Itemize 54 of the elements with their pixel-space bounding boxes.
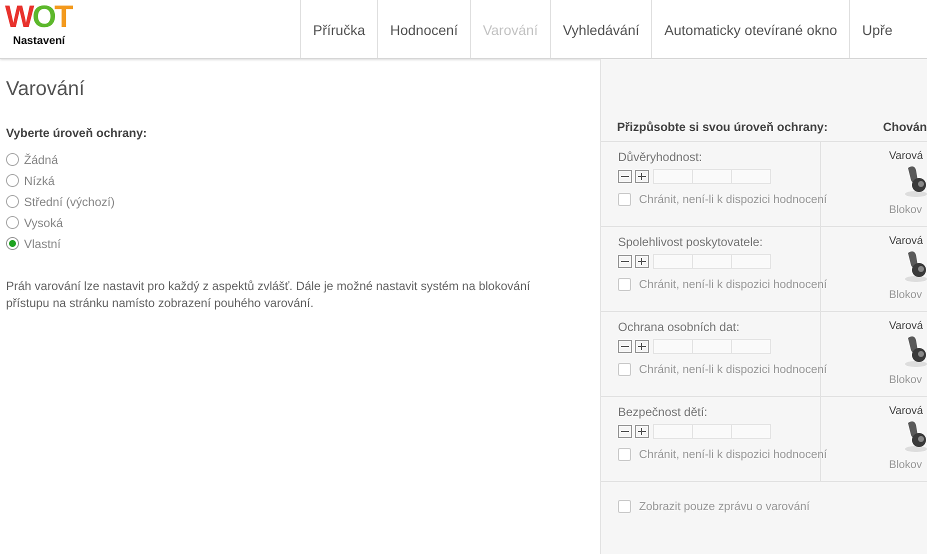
aspect-label: Bezpečnost dětí: <box>618 405 708 419</box>
radio-button[interactable] <box>6 153 19 166</box>
plus-button[interactable] <box>635 170 649 183</box>
radio-label: Vysoká <box>24 216 63 230</box>
checkbox[interactable] <box>618 448 631 461</box>
radio-button[interactable] <box>6 195 19 208</box>
section-heading: Vyberte úroveň ochrany: <box>6 126 148 140</box>
radio-label: Žádná <box>24 152 58 166</box>
plus-button[interactable] <box>635 340 649 353</box>
radio-button[interactable] <box>6 216 19 229</box>
logo-letter: W <box>5 2 32 32</box>
checkbox[interactable] <box>618 278 631 291</box>
nav-tab[interactable]: Hodnocení <box>377 0 470 58</box>
nav-tab[interactable]: Automaticky otevírané okno <box>651 0 850 58</box>
checkbox-label: Zobrazit pouze zprávu o varování <box>639 500 810 512</box>
aspect-label: Ochrana osobních dat: <box>618 320 740 334</box>
toggle-label: Varová <box>889 405 924 417</box>
page-title: Varování <box>6 78 85 101</box>
aspect-label: Důvěryhodnost: <box>618 150 702 164</box>
radio-label: Střední (výchozí) <box>24 194 115 208</box>
toggle-label: Blokov <box>889 459 922 471</box>
checkbox-label: Chránit, není-li k dispozici hodnocení <box>639 364 827 376</box>
logo-letter: T <box>54 2 72 32</box>
radio-button[interactable] <box>6 174 19 187</box>
toggle-label: Varová <box>889 235 924 247</box>
toggle-label: Blokov <box>889 289 922 301</box>
minus-button[interactable] <box>618 425 632 438</box>
checkbox-label: Chránit, není-li k dispozici hodnocení <box>639 278 827 290</box>
nav-tab[interactable]: Příručka <box>300 0 378 58</box>
radio-label: Nízká <box>24 174 55 188</box>
description-text: Práh varování lze nastavit pro každý z aspektů zvlášť. Dále je možné nastavit systém na blokování přístupu na stránku namísto zobrazení pouhého varování. <box>6 278 532 312</box>
radio-button[interactable] <box>6 237 19 250</box>
checkbox-label: Chránit, není-li k dispozici hodnocení <box>639 448 827 460</box>
nav-tab[interactable]: Upře <box>849 0 905 58</box>
logo-caption: Nastavení <box>13 35 65 47</box>
toggle-label: Varová <box>889 150 924 162</box>
plus-button[interactable] <box>635 255 649 268</box>
radio-label: Vlastní <box>24 236 61 250</box>
nav-tab[interactable]: Vyhledávání <box>550 0 652 58</box>
aspect-label: Spolehlivost poskytovatele: <box>618 235 763 249</box>
minus-button[interactable] <box>618 340 632 353</box>
checkbox[interactable] <box>618 193 631 206</box>
column-heading: Přizpůsobte si svou úroveň ochrany: <box>616 120 829 136</box>
toggle-label: Blokov <box>889 204 922 216</box>
minus-button[interactable] <box>618 170 632 183</box>
checkbox-label: Chránit, není-li k dispozici hodnocení <box>639 194 827 206</box>
column-heading: Chován <box>882 120 927 136</box>
checkbox[interactable] <box>618 500 631 513</box>
logo-letter: O <box>32 2 54 32</box>
toggle-label: Blokov <box>889 374 922 386</box>
toggle-label: Varová <box>889 320 924 332</box>
minus-button[interactable] <box>618 255 632 268</box>
plus-button[interactable] <box>635 425 649 438</box>
checkbox[interactable] <box>618 363 631 376</box>
